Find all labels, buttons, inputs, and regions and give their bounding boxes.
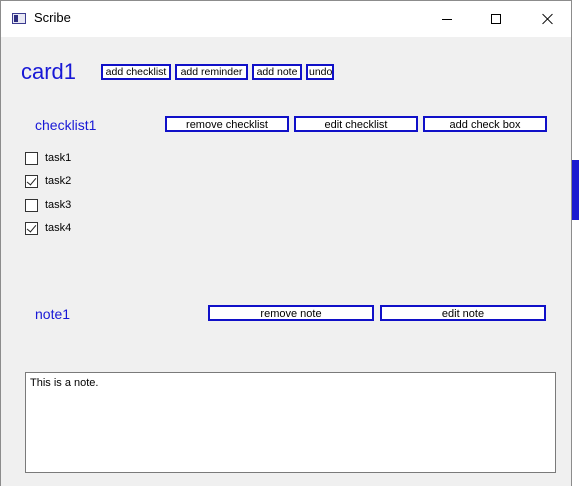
task-label: task1 (45, 152, 72, 164)
scribe-window: Scribe card1 add checklist add reminder … (0, 0, 572, 486)
task-item[interactable]: task3 (25, 197, 71, 213)
card-title: card1 (21, 59, 77, 84)
checklist-title: checklist1 (35, 117, 97, 133)
note-textarea[interactable]: This is a note. (25, 372, 556, 473)
add-reminder-button[interactable]: add reminder (175, 64, 248, 80)
add-checklist-button[interactable]: add checklist (101, 64, 171, 80)
edit-note-button[interactable]: edit note (380, 305, 546, 321)
window-title: Scribe (34, 10, 71, 25)
task-item[interactable]: task4 (25, 220, 71, 236)
note-title: note1 (35, 306, 71, 322)
task-label: task3 (45, 199, 72, 211)
title-bar: Scribe (1, 1, 571, 37)
remove-note-button[interactable]: remove note (208, 305, 374, 321)
add-note-button[interactable]: add note (252, 64, 302, 80)
checkbox[interactable] (25, 221, 38, 235)
task-item[interactable]: task1 (25, 150, 71, 166)
background-accent-strip (572, 160, 579, 220)
add-check-box-button[interactable]: add check box (423, 116, 547, 132)
checkbox[interactable] (25, 151, 38, 165)
maximize-icon (491, 14, 501, 24)
minimize-icon (442, 18, 452, 20)
close-button[interactable] (525, 1, 571, 37)
checkbox[interactable] (25, 174, 38, 188)
edit-checklist-button[interactable]: edit checklist (294, 116, 418, 132)
undo-button[interactable]: undo (306, 64, 334, 80)
checkbox[interactable] (25, 198, 38, 212)
maximize-button[interactable] (473, 1, 519, 37)
close-icon (542, 13, 554, 25)
minimize-button[interactable] (424, 1, 470, 37)
task-label: task2 (45, 175, 72, 187)
task-item[interactable]: task2 (25, 173, 71, 189)
app-icon (12, 13, 26, 24)
task-label: task4 (45, 222, 72, 234)
remove-checklist-button[interactable]: remove checklist (165, 116, 289, 132)
